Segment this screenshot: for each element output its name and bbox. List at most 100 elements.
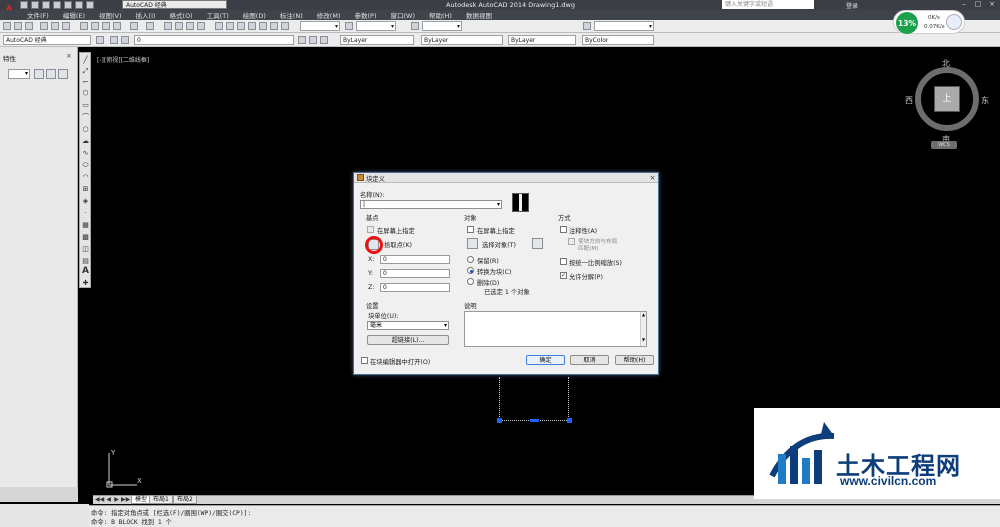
objects-onscreen-checkbox[interactable] bbox=[467, 226, 474, 233]
color-combo[interactable]: ByLayer bbox=[340, 35, 414, 45]
tab-prev-icon[interactable]: ◀ bbox=[105, 496, 112, 504]
dim-style-combo[interactable]: ▾ bbox=[356, 21, 396, 31]
tab-model[interactable]: 模型 bbox=[131, 496, 152, 504]
design-center-icon[interactable] bbox=[226, 22, 234, 30]
workspace-combo[interactable]: AutoCAD 经典 bbox=[3, 35, 91, 45]
tab-next-icon[interactable]: ▶ bbox=[113, 496, 120, 504]
layer-combo[interactable]: 0 bbox=[134, 35, 294, 45]
quick-select-icon[interactable] bbox=[532, 238, 543, 249]
paste-icon[interactable] bbox=[102, 22, 110, 30]
insert-block-icon[interactable]: ⊞ bbox=[81, 185, 90, 194]
line-icon[interactable]: ╱ bbox=[81, 56, 90, 65]
compass-west[interactable]: 西 bbox=[905, 95, 913, 106]
command-line[interactable]: 命令: 指定对角点或 [栏选(F)/圈围(WP)/圈交(CP)]: 命令: B … bbox=[89, 505, 1000, 527]
region-icon[interactable]: ◫ bbox=[81, 245, 90, 254]
ellipse-icon[interactable]: ⬭ bbox=[81, 161, 90, 170]
new-icon[interactable] bbox=[3, 22, 11, 30]
menu-parametric[interactable]: 参数(P) bbox=[347, 10, 383, 20]
open-in-editor-checkbox[interactable] bbox=[361, 357, 368, 364]
dialog-close-icon[interactable]: × bbox=[648, 174, 657, 182]
table-style-combo[interactable]: ▾ bbox=[422, 21, 462, 31]
open-icon[interactable] bbox=[31, 1, 39, 9]
match-properties-icon[interactable] bbox=[113, 22, 121, 30]
add-selected-icon[interactable]: ✚ bbox=[81, 279, 90, 288]
workspace-settings-icon[interactable] bbox=[96, 36, 104, 44]
annotative-checkbox[interactable] bbox=[560, 226, 567, 233]
calculator-icon[interactable] bbox=[270, 22, 278, 30]
ok-button[interactable]: 确定 bbox=[526, 355, 565, 365]
toggle-pickadd-icon[interactable] bbox=[34, 69, 44, 79]
point-icon[interactable]: · bbox=[81, 209, 90, 218]
viewcube[interactable]: 上 北 南 东 西 bbox=[905, 59, 989, 144]
basepoint-onscreen-checkbox[interactable] bbox=[367, 226, 374, 233]
hyperlink-button[interactable]: 超链接(L)... bbox=[367, 335, 449, 345]
redo-icon[interactable] bbox=[146, 22, 154, 30]
pan-icon[interactable] bbox=[164, 22, 172, 30]
circle-icon[interactable]: ○ bbox=[81, 125, 90, 134]
help-icon[interactable] bbox=[281, 22, 289, 30]
menu-view[interactable]: 视图(V) bbox=[92, 10, 129, 20]
gradient-icon[interactable]: ▩ bbox=[81, 233, 90, 242]
arc-icon[interactable]: ⌒ bbox=[81, 113, 90, 122]
menu-edit[interactable]: 编辑(E) bbox=[56, 10, 92, 20]
menu-insert[interactable]: 插入(I) bbox=[129, 10, 163, 20]
preview-icon[interactable] bbox=[51, 22, 59, 30]
menu-modify[interactable]: 修改(M) bbox=[310, 10, 348, 20]
description-textarea[interactable]: ▲ ▼ bbox=[464, 311, 647, 347]
workspace-select[interactable]: AutoCAD 经典 bbox=[122, 0, 227, 9]
save-icon[interactable] bbox=[25, 22, 33, 30]
plotstyle-combo[interactable]: ByColor bbox=[582, 35, 654, 45]
pick-point-label[interactable]: 拾取点(K) bbox=[384, 240, 412, 249]
allow-explode-checkbox[interactable]: ✓ bbox=[560, 272, 567, 279]
rectangle-icon[interactable]: ▭ bbox=[81, 101, 90, 110]
network-monitor[interactable]: 13% 0K/s 0.07K/s bbox=[893, 10, 965, 34]
grip-middle[interactable] bbox=[530, 419, 539, 422]
print-icon[interactable] bbox=[40, 22, 48, 30]
tool-palettes-icon[interactable] bbox=[237, 22, 245, 30]
table-icon[interactable]: ▤ bbox=[81, 257, 90, 266]
open-icon[interactable] bbox=[14, 22, 22, 30]
menu-draw[interactable]: 绘图(D) bbox=[236, 10, 273, 20]
help-button[interactable]: 帮助(H) bbox=[615, 355, 654, 365]
compass-north[interactable]: 北 bbox=[942, 58, 950, 69]
redo-icon[interactable] bbox=[86, 1, 94, 9]
hatch-icon[interactable]: ▦ bbox=[81, 221, 90, 230]
search-input[interactable]: 键入关键字或短语 bbox=[722, 0, 814, 9]
lineweight-combo[interactable]: ByLayer bbox=[508, 35, 576, 45]
y-input[interactable]: 0 bbox=[380, 269, 450, 278]
layer-isolate-icon[interactable] bbox=[320, 36, 328, 44]
multileader-style-combo[interactable]: ▾ bbox=[594, 21, 654, 31]
revision-cloud-icon[interactable]: ☁ bbox=[81, 137, 90, 146]
login-link[interactable]: 登录 bbox=[846, 1, 858, 10]
publish-icon[interactable] bbox=[62, 22, 70, 30]
menu-help[interactable]: 帮助(H) bbox=[422, 10, 459, 20]
object-type-select[interactable]: ▾ bbox=[8, 69, 30, 79]
zoom-icon[interactable] bbox=[175, 22, 183, 30]
multiline-text-icon[interactable]: A bbox=[81, 267, 90, 276]
cut-icon[interactable] bbox=[80, 22, 88, 30]
text-style-combo[interactable]: ▾ bbox=[300, 21, 340, 31]
properties-icon[interactable] bbox=[215, 22, 223, 30]
zoom-previous-icon[interactable] bbox=[197, 22, 205, 30]
make-block-icon[interactable]: ◈ bbox=[81, 197, 90, 206]
copy-icon[interactable] bbox=[91, 22, 99, 30]
new-icon[interactable] bbox=[20, 1, 28, 9]
menu-window[interactable]: 窗口(W) bbox=[383, 10, 422, 20]
dim-style-icon[interactable] bbox=[345, 22, 353, 30]
polygon-icon[interactable]: ⬡ bbox=[81, 89, 90, 98]
quick-select-icon[interactable] bbox=[58, 69, 68, 79]
select-objects-label[interactable]: 选择对象(T) bbox=[482, 240, 516, 249]
table-style-icon[interactable] bbox=[411, 22, 419, 30]
block-unit-select[interactable]: 毫米 ▾ bbox=[367, 321, 449, 330]
layer-previous-icon[interactable] bbox=[309, 36, 317, 44]
tab-first-icon[interactable]: ◀◀ bbox=[95, 496, 104, 504]
block-name-combo[interactable]: | ▾ bbox=[360, 200, 502, 209]
spline-icon[interactable]: ∿ bbox=[81, 149, 90, 158]
selected-block-outline[interactable] bbox=[497, 377, 572, 423]
print-icon[interactable] bbox=[64, 1, 72, 9]
menu-tools[interactable]: 工具(T) bbox=[200, 10, 236, 20]
ellipse-arc-icon[interactable]: ◠ bbox=[81, 173, 90, 182]
delete-radio[interactable] bbox=[467, 278, 474, 285]
minimize-icon[interactable]: – bbox=[958, 0, 970, 9]
undo-icon[interactable] bbox=[75, 1, 83, 9]
